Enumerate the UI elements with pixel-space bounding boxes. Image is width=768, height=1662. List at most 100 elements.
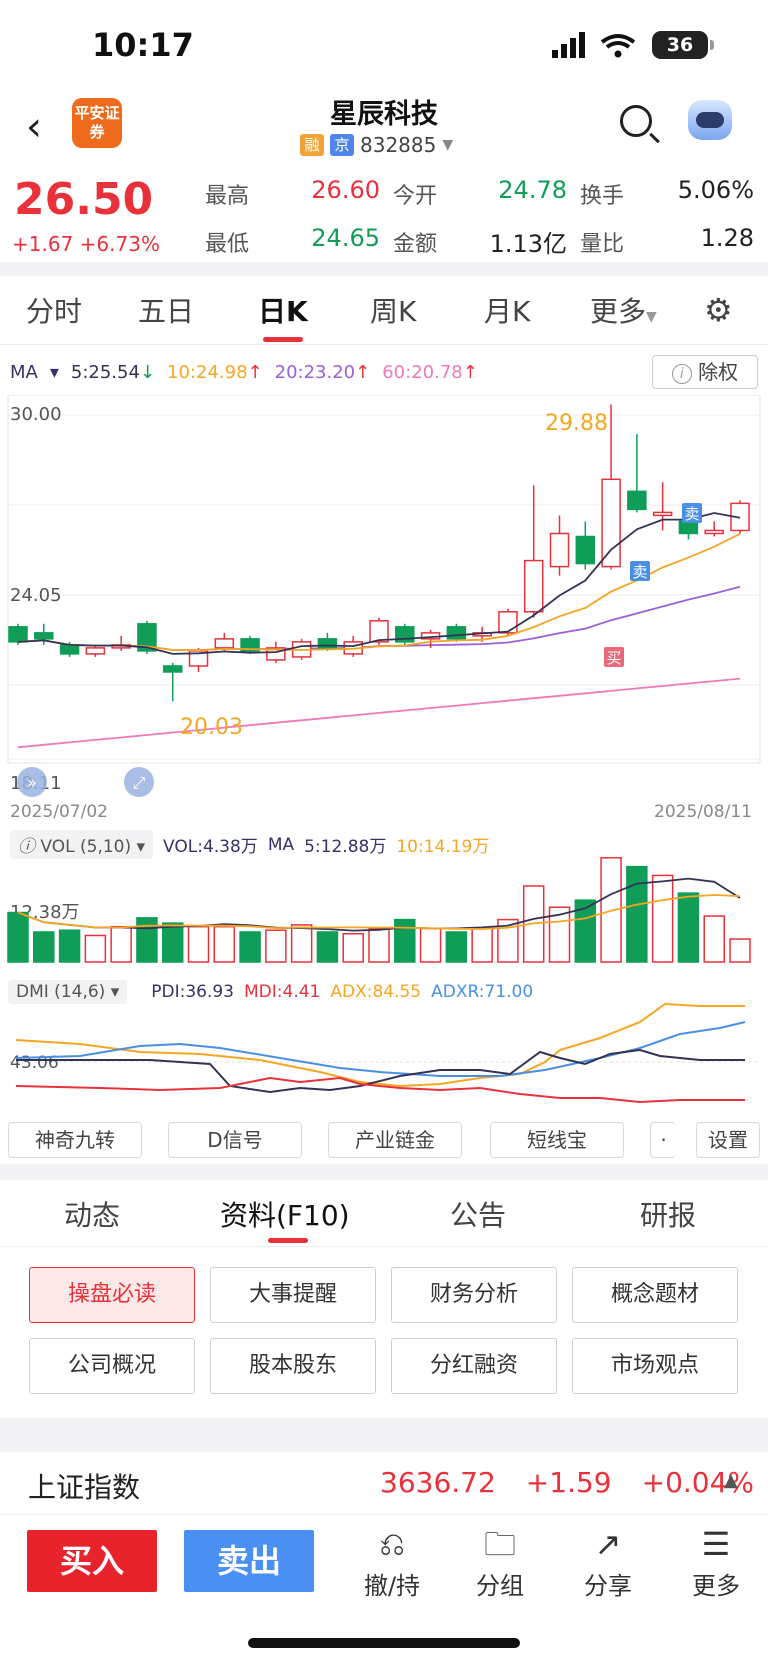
tool-settings[interactable]: 设置 [696,1122,760,1158]
svg-text:买: 买 [606,649,621,667]
btn-trading-essentials[interactable]: 操盘必读 [29,1267,195,1323]
index-name[interactable]: 上证指数 [28,1466,140,1506]
volume-bar [84,934,107,963]
status-time: 10:17 [92,26,194,64]
candle-body [34,632,54,640]
dmi-indicator-selector[interactable]: DMI (14,6) ▾ [8,980,128,1004]
candle-body [523,559,544,613]
volume-bar [265,929,287,963]
tool-short-term[interactable]: 短线宝 [490,1122,624,1158]
ma-label: MA [10,362,38,383]
volume-bar [7,911,29,963]
tab-daily-k[interactable]: 日K [258,290,308,330]
group-button[interactable]: 🗀 分组 [470,1522,530,1601]
ma60-path [17,677,741,749]
tab-research[interactable]: 研报 [640,1194,696,1234]
divider [0,1246,768,1247]
vol-ratio-label: 量比 [580,232,625,257]
adxr-value: ADXR:71.00 [431,982,534,1002]
ma-caret-icon: ▾ [49,362,59,383]
caret-down-icon: ▼ [646,309,657,325]
vol-ratio-value: 1.28 [700,224,754,252]
volume-bar [471,927,493,963]
sell-marker[interactable]: 卖 [682,503,702,523]
volume-bar [187,925,210,963]
candle-body [704,529,724,535]
btn-concepts[interactable]: 概念题材 [572,1267,738,1323]
btn-dividends[interactable]: 分红融资 [391,1338,557,1394]
expand-up-icon[interactable]: ▲ [724,1470,738,1491]
fullscreen-icon[interactable]: ⤢ [124,767,154,797]
tab-intraday[interactable]: 分时 [26,290,82,330]
stock-badges[interactable]: 融 京 832885 ▼ [300,133,453,157]
share-icon: ↗ [594,1525,622,1563]
open-label: 今开 [393,184,438,209]
volume-bar [729,938,751,963]
candle-body [627,490,647,511]
sell-button[interactable]: 卖出 [184,1530,314,1592]
candle-body [446,626,467,640]
min-price-label: 20.03 [180,715,243,740]
search-icon[interactable] [620,105,652,137]
more-button[interactable]: ☰ 更多 [686,1522,746,1601]
ma-legend: MA ▾ 5:25.54↓ 10:24.98↑ 20:23.20↑ 60:20.… [10,362,478,383]
chevron-down-icon: ▼ [442,137,454,153]
adx-line [15,1002,745,1088]
volume-chart[interactable]: 12.38万 [0,852,768,967]
tab-monthly-k[interactable]: 月K [484,290,530,330]
low-label: 最低 [205,232,250,257]
current-price: 26.50 [14,174,154,225]
status-bar: 10:17 36 [0,0,768,90]
candles [8,404,750,702]
volume-bar [316,931,339,963]
btn-company-overview[interactable]: 公司概况 [29,1338,195,1394]
expand-left-icon[interactable]: » [17,767,47,797]
volume-bar [58,929,81,963]
volume-bar [651,874,674,963]
tool-d-signal[interactable]: D信号 [168,1122,302,1158]
settings-gear-icon[interactable]: ⚙ [704,291,733,329]
share-button[interactable]: ↗ 分享 [578,1522,638,1601]
info-icon: i [671,363,692,384]
tool-truncated[interactable]: · [650,1122,676,1158]
btn-shareholders[interactable]: 股本股东 [210,1338,376,1394]
buy-button[interactable]: 买入 [27,1530,157,1592]
revoke-hold-button[interactable]: ⎌ 撤/持 [362,1522,422,1601]
y-axis-mid: 24.05 [10,585,62,606]
amount-value: 1.13亿 [489,230,567,258]
price-change: +1.67 +6.73% [12,232,160,256]
volume-bar [626,865,648,963]
date-end: 2025/08/11 [654,802,752,822]
volume-bar [419,927,442,963]
volume-bar [213,925,236,963]
signal-wifi-icon [552,32,636,58]
ex-rights-button[interactable]: i 除权 [652,355,758,389]
max-price-label: 29.88 [545,411,608,436]
home-indicator [248,1638,520,1648]
pdi-value: PDI:36.93 [151,982,234,1002]
btn-major-events[interactable]: 大事提醒 [210,1267,376,1323]
sell-marker[interactable]: 卖 [630,561,650,581]
candle-body [8,626,28,643]
tab-more[interactable]: 更多▼ [590,290,657,330]
dmi-chart[interactable]: 43.06 [0,1002,768,1114]
tab-f10[interactable]: 资料(F10) [220,1194,350,1234]
tab-five-day[interactable]: 五日 [138,290,194,330]
divider [0,262,768,276]
turnover-label: 换手 [580,184,625,209]
volume-bar [290,924,313,963]
volume-bar [110,925,132,963]
candle-body [162,665,183,673]
btn-market-views[interactable]: 市场观点 [572,1338,738,1394]
tool-magic-nine[interactable]: 神奇九转 [8,1122,142,1158]
index-values: 3636.72 +1.59 +0.04% [380,1466,754,1499]
candlestick-chart[interactable]: 30.00 24.05 18.11 29.88 20.03 卖 卖 买 » ⤢ [0,395,768,825]
tab-news[interactable]: 动态 [64,1194,120,1234]
btn-financial-analysis[interactable]: 财务分析 [391,1267,557,1323]
tab-announcement[interactable]: 公告 [450,1194,506,1234]
ai-assistant-icon[interactable] [688,100,732,140]
buy-marker[interactable]: 买 [604,647,624,667]
tool-industry-chain[interactable]: 产业链金 [328,1122,462,1158]
divider [0,1164,768,1180]
tab-weekly-k[interactable]: 周K [370,290,416,330]
